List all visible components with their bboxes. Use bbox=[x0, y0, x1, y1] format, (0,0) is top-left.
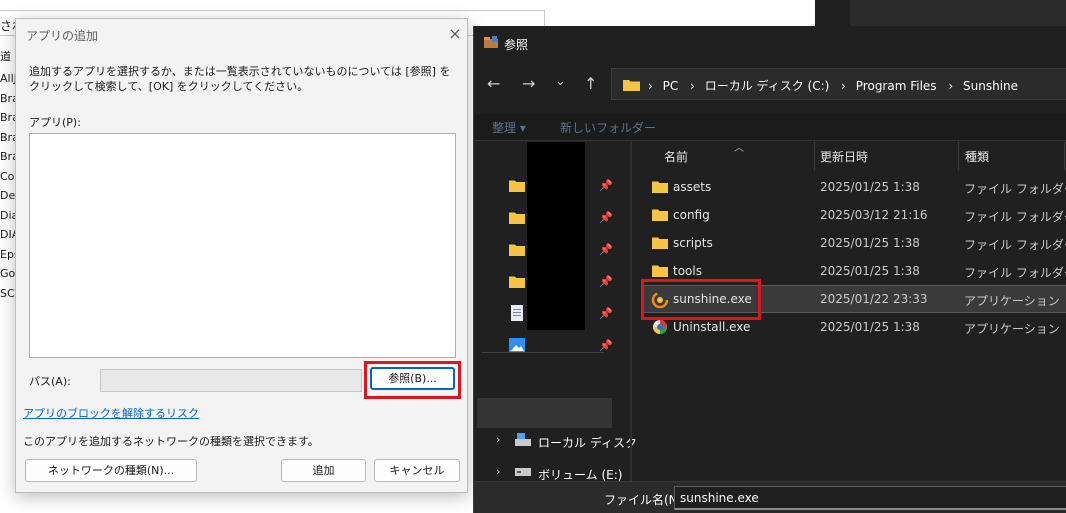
pin-icon[interactable]: 📌 bbox=[599, 243, 613, 256]
file-modified: 2025/01/25 1:38 bbox=[820, 180, 920, 194]
cancel-button[interactable]: キャンセル bbox=[374, 459, 460, 482]
pin-icon[interactable]: 📌 bbox=[599, 307, 613, 320]
address-bar[interactable]: › PC › ローカル ディスク (C:) › Program Files › … bbox=[611, 68, 1066, 100]
breadcrumb-sunshine[interactable]: Sunshine bbox=[963, 79, 1018, 93]
file-modified: 2025/01/25 1:38 bbox=[820, 264, 920, 278]
file-modified: 2025/01/25 1:38 bbox=[820, 236, 920, 250]
file-row[interactable]: Uninstall.exe 2025/01/25 1:38 アプリケーション bbox=[642, 313, 1066, 341]
file-browser-window: 参照 ← → ⌄ ↑ › PC › ローカル ディスク (C:) › Progr… bbox=[473, 26, 1066, 513]
browse-button[interactable]: 参照(B)... bbox=[370, 367, 455, 390]
back-arrow-icon[interactable]: ← bbox=[487, 74, 500, 93]
folder-icon bbox=[652, 237, 668, 249]
apps-list[interactable] bbox=[29, 133, 456, 358]
folder-icon[interactable] bbox=[509, 179, 525, 192]
network-type-note: このアプリを追加するネットワークの種類を選択できます。 bbox=[23, 435, 319, 448]
breadcrumb-sep: › bbox=[948, 79, 954, 93]
folder-icon bbox=[652, 265, 668, 277]
file-type: ファイル フォルダー bbox=[964, 210, 1066, 224]
column-header-name[interactable]: 名前 bbox=[664, 148, 688, 165]
pane-divider[interactable] bbox=[630, 141, 632, 481]
uninstaller-icon bbox=[653, 320, 667, 334]
file-row[interactable]: config 2025/03/12 21:16 ファイル フォルダー bbox=[642, 201, 1066, 229]
add-app-dialog: アプリの追加 × 追加するアプリを選択するか、または一覧表示されていないものにつ… bbox=[15, 18, 468, 493]
pin-icon[interactable]: 📌 bbox=[599, 179, 613, 192]
forward-arrow-icon[interactable]: → bbox=[522, 74, 535, 93]
file-type: ファイル フォルダー bbox=[964, 266, 1066, 280]
apps-label: アプリ(P): bbox=[29, 116, 81, 129]
folder-icon[interactable] bbox=[509, 275, 525, 288]
drive-icon bbox=[515, 468, 531, 476]
path-input[interactable] bbox=[100, 369, 362, 392]
add-button[interactable]: 追加 bbox=[281, 459, 366, 482]
file-name: scripts bbox=[673, 236, 713, 250]
drive-icon bbox=[515, 433, 531, 446]
sort-ascending-icon: ︿ bbox=[734, 143, 744, 154]
up-arrow-icon[interactable]: ↑ bbox=[584, 74, 597, 93]
file-modified: 2025/03/12 21:16 bbox=[820, 208, 928, 222]
filename-bar: ファイル名(N): sunshine.exe bbox=[474, 481, 1066, 513]
close-icon[interactable]: × bbox=[443, 22, 467, 46]
file-name: config bbox=[673, 208, 710, 222]
pin-icon[interactable]: 📌 bbox=[599, 211, 613, 224]
command-toolbar: 整理 ▾ 新しいフォルダー bbox=[474, 114, 1066, 140]
file-modified: 2025/01/25 1:38 bbox=[820, 320, 920, 334]
column-header-modified[interactable]: 更新日時 bbox=[820, 148, 868, 165]
file-type: ファイル フォルダー bbox=[964, 182, 1066, 196]
breadcrumb-sep: › bbox=[648, 79, 653, 93]
document-icon[interactable] bbox=[511, 305, 523, 321]
breadcrumb-program-files[interactable]: Program Files bbox=[856, 79, 937, 93]
new-folder-button[interactable]: 新しいフォルダー bbox=[560, 119, 656, 136]
chevron-right-icon[interactable]: › bbox=[496, 465, 500, 478]
column-separator[interactable] bbox=[814, 142, 815, 170]
dialog-description: 追加するアプリを選択するか、または一覧表示されていないものについては [参照] … bbox=[29, 65, 451, 93]
folder-icon bbox=[652, 209, 668, 221]
file-type: アプリケーション bbox=[964, 294, 1060, 308]
folder-icon bbox=[623, 80, 640, 91]
column-header-type[interactable]: 種類 bbox=[965, 148, 989, 165]
file-row[interactable]: assets 2025/01/25 1:38 ファイル フォルダー bbox=[642, 173, 1066, 201]
folder-icon[interactable] bbox=[509, 211, 525, 224]
file-type: ファイル フォルダー bbox=[964, 238, 1066, 252]
pin-icon[interactable]: 📌 bbox=[599, 275, 613, 288]
breadcrumb-local-disk[interactable]: ローカル ディスク (C:) bbox=[705, 79, 830, 93]
breadcrumb-sep: › bbox=[841, 79, 846, 93]
column-separator[interactable] bbox=[958, 142, 959, 170]
nav-item-local-disk[interactable]: ローカル ディスク bbox=[538, 434, 637, 451]
dialog-title: アプリの追加 bbox=[26, 29, 99, 43]
file-name: tools bbox=[673, 264, 702, 278]
file-name: Uninstall.exe bbox=[673, 320, 751, 334]
file-browser-title: 参照 bbox=[504, 38, 529, 52]
app-window-icon bbox=[484, 36, 498, 48]
file-name: assets bbox=[673, 180, 712, 194]
file-type: アプリケーション bbox=[964, 322, 1060, 336]
pin-icon[interactable]: 📌 bbox=[599, 339, 613, 352]
network-type-button[interactable]: ネットワークの種類(N)... bbox=[25, 459, 197, 482]
folder-icon[interactable] bbox=[509, 243, 525, 256]
column-separator[interactable] bbox=[1064, 142, 1065, 170]
file-modified: 2025/01/22 23:33 bbox=[820, 292, 928, 306]
unblock-risk-link[interactable]: アプリのブロックを解除するリスク bbox=[23, 405, 199, 421]
folder-icon bbox=[652, 181, 668, 193]
breadcrumb-pc[interactable]: PC bbox=[663, 79, 679, 93]
organize-menu[interactable]: 整理 ▾ bbox=[492, 119, 526, 136]
filename-value: sunshine.exe bbox=[680, 491, 759, 505]
nav-item-local-disk-highlight bbox=[477, 398, 612, 428]
breadcrumb: › PC › ローカル ディスク (C:) › Program Files › … bbox=[648, 77, 1018, 94]
filename-input[interactable]: sunshine.exe bbox=[674, 486, 1066, 510]
redacted-region bbox=[527, 142, 585, 330]
path-label: パス(A): bbox=[29, 375, 71, 388]
nav-separator bbox=[482, 352, 604, 353]
chevron-right-icon[interactable]: › bbox=[496, 433, 500, 446]
file-row[interactable]: scripts 2025/01/25 1:38 ファイル フォルダー bbox=[642, 229, 1066, 257]
breadcrumb-sep: › bbox=[690, 79, 695, 93]
chevron-down-icon[interactable]: ⌄ bbox=[555, 74, 566, 89]
pictures-icon[interactable] bbox=[509, 338, 525, 353]
